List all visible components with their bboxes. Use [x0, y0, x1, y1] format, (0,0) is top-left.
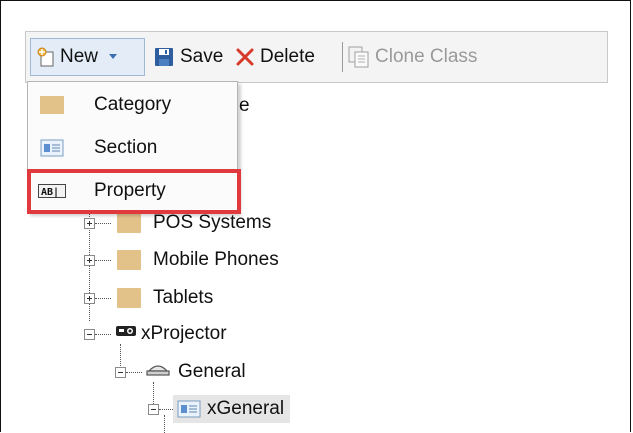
tree-collapse-toggle[interactable] [115, 367, 126, 378]
tree-root-partial-label: e [239, 92, 250, 120]
clone-class-button[interactable]: Clone Class [348, 44, 477, 70]
tree-item-label: General [178, 361, 246, 382]
tree-expander[interactable] [84, 293, 95, 304]
group-icon [146, 361, 170, 383]
clone-class-label: Clone Class [375, 46, 478, 67]
tree-item-xgeneral[interactable]: xGeneral [173, 395, 291, 423]
tree-collapse-toggle[interactable] [148, 404, 159, 415]
toolbar-separator [342, 42, 343, 72]
tree-expander[interactable] [84, 218, 95, 229]
tree-connector [95, 223, 111, 224]
tree-connector [164, 415, 165, 433]
tree-item-label: xGeneral [207, 398, 285, 419]
tree-item-label: Tablets [153, 287, 214, 308]
tree-item-xprojector[interactable]: xProjector [115, 320, 227, 348]
app-window: New Save Delete Clone Class e POS System… [0, 0, 631, 433]
folder-icon [117, 213, 141, 233]
tree-item-label: POS Systems [153, 212, 272, 233]
save-icon [154, 47, 174, 67]
section-icon [177, 400, 201, 418]
folder-icon [38, 95, 66, 115]
delete-button[interactable]: Delete [236, 44, 315, 70]
menu-item-section[interactable]: Section [28, 129, 237, 167]
menu-item-label: Category [94, 94, 172, 115]
tree-connector [126, 372, 142, 373]
tree-connector [89, 213, 90, 321]
section-icon [38, 138, 66, 158]
toolbar: New Save Delete Clone Class [25, 31, 608, 83]
delete-button-label: Delete [260, 46, 315, 67]
new-item-icon [37, 47, 57, 67]
property-highlight-box [27, 169, 241, 214]
tree-expander[interactable] [84, 255, 95, 266]
chevron-down-icon [108, 53, 118, 61]
tree-connector [95, 260, 111, 261]
new-dropdown-button[interactable]: New [30, 38, 145, 76]
tree-item-tablets[interactable]: Tablets [117, 284, 213, 312]
tree-connector [159, 409, 173, 410]
tree-connector [95, 334, 111, 335]
tree-root-partial-text: e [239, 95, 250, 116]
folder-icon [117, 250, 141, 270]
save-button-label: Save [180, 46, 224, 67]
clone-icon [348, 46, 370, 68]
projector-icon [115, 323, 137, 345]
save-button[interactable]: Save [154, 44, 223, 70]
menu-item-label: Section [94, 137, 158, 158]
tree-item-general[interactable]: General [146, 358, 246, 386]
new-button-label: New [60, 46, 99, 67]
folder-icon [117, 288, 141, 308]
tree-item-label: Mobile Phones [153, 249, 279, 270]
tree-collapse-toggle[interactable] [84, 329, 95, 340]
tree-connector [95, 298, 111, 299]
tree-item-label: xProjector [141, 323, 227, 344]
menu-item-category[interactable]: Category [28, 86, 237, 124]
delete-x-icon [236, 48, 254, 66]
tree-item-mobile-phones[interactable]: Mobile Phones [117, 246, 279, 274]
